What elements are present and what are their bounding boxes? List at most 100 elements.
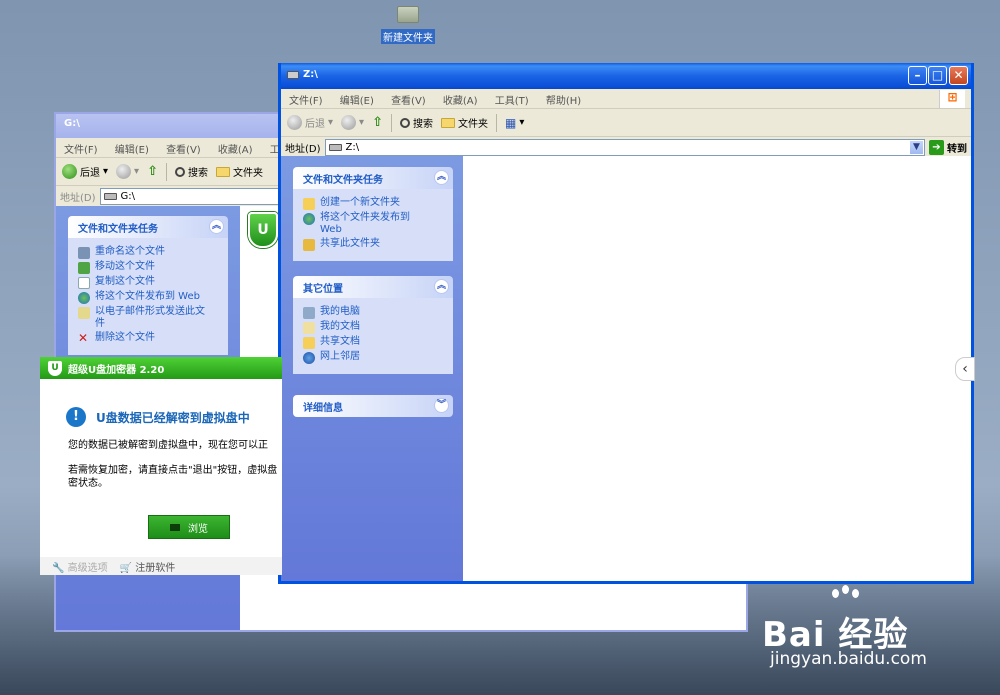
group-header[interactable]: 文件和文件夹任务 ︽ <box>68 216 228 238</box>
minimize-button[interactable]: – <box>908 66 927 85</box>
menu-view[interactable]: 查看(V) <box>166 145 201 156</box>
back-button[interactable]: 后退 ▾ <box>287 115 333 130</box>
folders-label: 文件夹 <box>232 168 263 179</box>
computer-icon <box>303 307 315 319</box>
forward-button[interactable]: ▾ <box>341 115 364 130</box>
dropdown-icon: ▾ <box>359 117 365 128</box>
menu-help[interactable]: 帮助(H) <box>546 96 581 107</box>
task-delete[interactable]: ✕ 删除这个文件 <box>78 332 218 345</box>
file-tasks-group: 文件和文件夹任务 ︽ 重命名这个文件 移动这个文件 复制这个文件 将这个文件发布到… <box>68 216 228 355</box>
globe-icon <box>78 292 90 304</box>
back-arrow-icon <box>62 164 77 179</box>
place-my-documents[interactable]: 我的文档 <box>303 321 443 334</box>
explorer-window-z[interactable]: Z:\ – □ ✕ 文件(F) 编辑(E) 查看(V) 收藏(A) 工具(T) … <box>278 63 974 584</box>
shield-icon: U <box>48 360 62 376</box>
dropdown-icon: ▾ <box>328 117 334 128</box>
expand-icon[interactable]: ︾ <box>434 398 449 413</box>
share-folder-icon <box>303 239 315 251</box>
address-label: 地址(D) <box>285 144 321 155</box>
browse-button[interactable]: 浏览 <box>148 515 230 539</box>
chevron-down-icon[interactable]: ▼ <box>910 141 923 154</box>
views-button[interactable]: ▦ ▾ <box>505 116 524 130</box>
folder-icon <box>440 117 455 128</box>
task-publish[interactable]: 将这个文件发布到 Web <box>78 291 218 304</box>
place-shared-documents[interactable]: 共享文档 <box>303 336 443 349</box>
forward-button[interactable]: ▾ <box>116 164 139 179</box>
dialog-title-bar[interactable]: U 超级U盘加密器 2.20 <box>40 357 282 379</box>
title-bar[interactable]: Z:\ – □ ✕ <box>281 63 971 89</box>
task-label: 共享此文件夹 <box>320 238 380 249</box>
task-rename[interactable]: 重命名这个文件 <box>78 246 218 259</box>
task-copy[interactable]: 复制这个文件 <box>78 276 218 289</box>
task-publish-web[interactable]: 将这个文件夹发布到Web <box>303 212 443 236</box>
back-label: 后退 <box>305 119 325 130</box>
up-folder-icon[interactable]: ⇧ <box>372 115 383 130</box>
desktop-folder-label: 新建文件夹 <box>381 29 435 44</box>
menu-file[interactable]: 文件(F) <box>64 145 98 156</box>
register-link[interactable]: 🛒 注册软件 <box>120 559 176 574</box>
place-network[interactable]: 网上邻居 <box>303 351 443 364</box>
watermark-url: jingyan.baidu.com <box>770 649 927 669</box>
browse-label: 浏览 <box>188 523 208 535</box>
collapse-icon[interactable]: ︽ <box>434 170 449 185</box>
search-button[interactable]: 搜索 <box>399 115 433 130</box>
toolbar: 后退 ▾ ▾ ⇧ 搜索 文件夹 ▦ ▾ <box>281 109 971 137</box>
desktop-folder[interactable]: 新建文件夹 <box>378 4 438 44</box>
menu-edit[interactable]: 编辑(E) <box>115 145 149 156</box>
maximize-button[interactable]: □ <box>928 66 947 85</box>
task-label: 创建一个新文件夹 <box>320 197 400 208</box>
place-label: 共享文档 <box>320 336 360 347</box>
close-button[interactable]: ✕ <box>949 66 968 85</box>
group-header[interactable]: 文件和文件夹任务 ︽ <box>293 167 453 189</box>
task-new-folder[interactable]: 创建一个新文件夹 <box>303 197 443 210</box>
menu-tools[interactable]: 工具(T) <box>495 96 529 107</box>
collapse-icon[interactable]: ︽ <box>209 219 224 234</box>
register-label: 注册软件 <box>135 563 176 574</box>
separator <box>165 162 167 181</box>
back-button[interactable]: 后退 ▾ <box>62 164 108 179</box>
drive-icon <box>328 144 342 151</box>
shield-icon[interactable]: U <box>248 212 278 248</box>
up-folder-icon[interactable]: ⇧ <box>147 164 158 179</box>
folder-icon <box>397 6 419 23</box>
menu-file[interactable]: 文件(F) <box>289 96 323 107</box>
rename-icon <box>78 247 90 259</box>
exclamation-icon: ! <box>66 407 86 427</box>
place-my-computer[interactable]: 我的电脑 <box>303 306 443 319</box>
task-share[interactable]: 共享此文件夹 <box>303 238 443 251</box>
heading-text: U盘数据已经解密到虚拟盘中 <box>96 410 250 425</box>
windows-logo-icon: ⊞ <box>939 90 965 108</box>
address-input[interactable]: Z:\ ▼ <box>324 139 925 156</box>
menu-favorites[interactable]: 收藏(A) <box>443 96 478 107</box>
task-label: 以电子邮件形式发送此文件 <box>95 306 205 329</box>
search-icon <box>174 166 185 177</box>
folders-button[interactable]: 文件夹 <box>440 115 488 130</box>
menu-edit[interactable]: 编辑(E) <box>340 96 374 107</box>
email-icon <box>78 307 90 319</box>
menu-view[interactable]: 查看(V) <box>391 96 426 107</box>
advanced-options-link[interactable]: 🔧 高级选项 <box>52 559 108 574</box>
views-icon: ▦ <box>504 115 517 130</box>
task-email[interactable]: 以电子邮件形式发送此文件 <box>78 306 218 330</box>
folders-button[interactable]: 文件夹 <box>215 164 263 179</box>
group-header[interactable]: 其它位置 ︽ <box>293 276 453 298</box>
advanced-label: 高级选项 <box>67 563 108 574</box>
search-label: 搜索 <box>187 168 208 179</box>
go-button[interactable]: ➔ 转到 <box>929 140 967 155</box>
menu-bar: 文件(F) 编辑(E) 查看(V) 收藏(A) 工具(T) 帮助(H) ⊞ <box>281 89 971 109</box>
menu-favorites[interactable]: 收藏(A) <box>218 145 253 156</box>
task-label: 重命名这个文件 <box>95 246 165 257</box>
group-header[interactable]: 详细信息 ︾ <box>293 395 453 417</box>
copy-icon <box>78 277 90 289</box>
documents-icon <box>303 322 315 334</box>
folder-icon <box>215 166 230 177</box>
task-move[interactable]: 移动这个文件 <box>78 261 218 274</box>
search-button[interactable]: 搜索 <box>174 164 208 179</box>
file-list[interactable] <box>463 156 971 581</box>
collapse-icon[interactable]: ︽ <box>434 279 449 294</box>
place-label: 我的电脑 <box>320 306 360 317</box>
address-value: G:\ <box>120 191 136 202</box>
group-title: 文件和文件夹任务 <box>303 175 383 186</box>
usb-encryptor-dialog[interactable]: U 超级U盘加密器 2.20 ! U盘数据已经解密到虚拟盘中 您的数据已被解密到虚拟… <box>40 357 282 575</box>
chevron-left-icon[interactable]: ‹ <box>955 357 975 381</box>
